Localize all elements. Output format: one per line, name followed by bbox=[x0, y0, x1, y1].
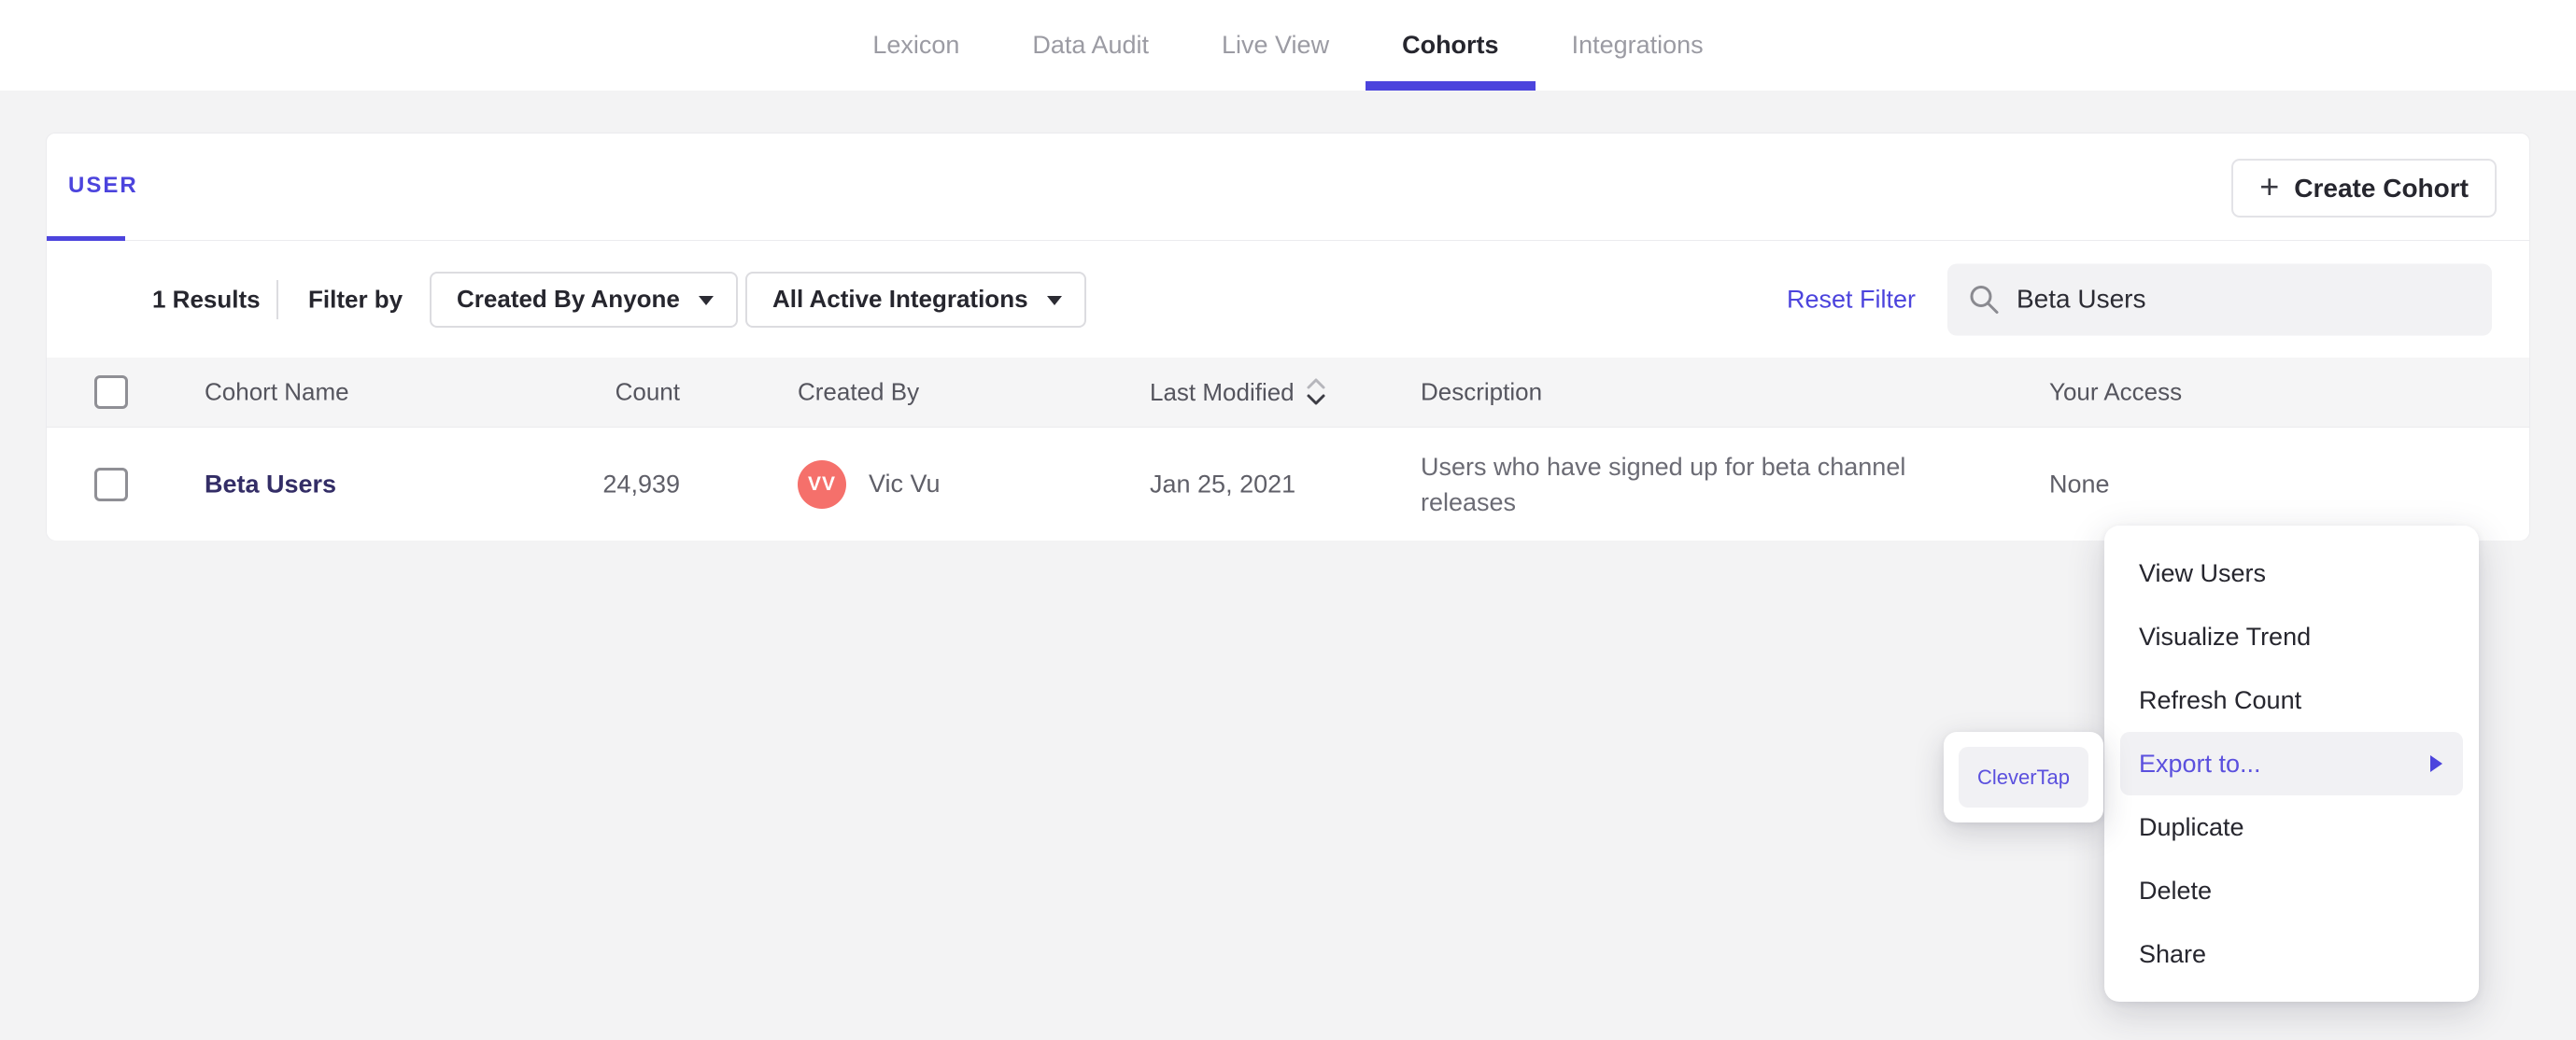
filter-row: 1 Results Filter by Created By Anyone Al… bbox=[47, 241, 2529, 358]
search-icon bbox=[1970, 286, 1999, 314]
last-modified-date: Jan 25, 2021 bbox=[1150, 470, 1296, 498]
menu-item-view-users[interactable]: View Users bbox=[2104, 541, 2479, 605]
results-count: 1 Results bbox=[152, 285, 261, 313]
header-last-modified-sort[interactable]: Last Modified bbox=[1150, 376, 1326, 408]
create-cohort-button[interactable]: + Create Cohort bbox=[2231, 159, 2497, 218]
creator-cell: VV Vic Vu bbox=[798, 459, 941, 509]
chevron-down-icon bbox=[1046, 296, 1062, 305]
menu-item-visualize-trend[interactable]: Visualize Trend bbox=[2104, 605, 2479, 668]
header-count: Count bbox=[615, 377, 680, 406]
submenu-item-clevertap[interactable]: CleverTap bbox=[1959, 747, 2088, 808]
cohorts-panel: USER + Create Cohort 1 Results Filter by… bbox=[46, 133, 2530, 817]
tab-cohorts[interactable]: Cohorts bbox=[1366, 0, 1536, 91]
row-actions-menu: View Users Visualize Trend Refresh Count… bbox=[2104, 526, 2479, 1002]
chevron-down-icon bbox=[698, 296, 714, 305]
cohort-count: 24,939 bbox=[602, 470, 680, 498]
integrations-dropdown[interactable]: All Active Integrations bbox=[745, 271, 1086, 328]
header-description: Description bbox=[1421, 377, 1543, 406]
menu-item-delete[interactable]: Delete bbox=[2104, 859, 2479, 922]
plus-icon: + bbox=[2259, 167, 2280, 205]
cohort-name-link[interactable]: Beta Users bbox=[205, 470, 336, 498]
top-navigation: Lexicon Data Audit Live View Cohorts Int… bbox=[0, 0, 2576, 91]
header-cohort-name: Cohort Name bbox=[205, 377, 349, 406]
create-cohort-label: Create Cohort bbox=[2294, 173, 2469, 203]
created-by-dropdown-value: Created By Anyone bbox=[457, 285, 680, 313]
row-checkbox[interactable] bbox=[94, 467, 128, 501]
export-submenu: CleverTap bbox=[1944, 732, 2103, 822]
access-value: None bbox=[2049, 470, 2110, 498]
tab-lexicon[interactable]: Lexicon bbox=[836, 0, 996, 91]
integrations-dropdown-value: All Active Integrations bbox=[772, 285, 1028, 313]
avatar: VV bbox=[798, 459, 846, 509]
search-input[interactable] bbox=[2017, 284, 2473, 315]
header-your-access: Your Access bbox=[2049, 377, 2183, 406]
filter-by-label: Filter by bbox=[308, 285, 403, 313]
sort-icon bbox=[1307, 378, 1325, 405]
menu-item-duplicate[interactable]: Duplicate bbox=[2104, 795, 2479, 859]
table-header: Cohort Name Count Created By Last Modifi… bbox=[47, 358, 2529, 428]
panel-tab-row: USER + Create Cohort bbox=[47, 134, 2529, 241]
table-row: Beta Users 24,939 VV Vic Vu Jan 25, 2021… bbox=[47, 428, 2529, 817]
tab-integrations[interactable]: Integrations bbox=[1536, 0, 1740, 91]
created-by-dropdown[interactable]: Created By Anyone bbox=[430, 271, 738, 328]
cohort-description: Users who have signed up for beta channe… bbox=[1421, 452, 1906, 516]
tab-user[interactable]: USER bbox=[68, 173, 138, 199]
header-last-modified: Last Modified bbox=[1150, 377, 1295, 406]
header-created-by: Created By bbox=[798, 377, 920, 406]
creator-name: Vic Vu bbox=[869, 470, 941, 498]
menu-item-refresh-count[interactable]: Refresh Count bbox=[2104, 668, 2479, 732]
menu-item-share[interactable]: Share bbox=[2104, 922, 2479, 986]
export-to-label: Export to... bbox=[2139, 749, 2261, 778]
select-all-checkbox[interactable] bbox=[94, 375, 128, 409]
tab-data-audit[interactable]: Data Audit bbox=[996, 0, 1185, 91]
tab-live-view[interactable]: Live View bbox=[1185, 0, 1366, 91]
submenu-arrow-icon bbox=[2430, 755, 2442, 772]
menu-item-export-to[interactable]: Export to... bbox=[2120, 732, 2463, 795]
reset-filter-link[interactable]: Reset Filter bbox=[1787, 285, 1916, 314]
divider bbox=[276, 279, 278, 319]
search-box[interactable] bbox=[1947, 263, 2492, 335]
